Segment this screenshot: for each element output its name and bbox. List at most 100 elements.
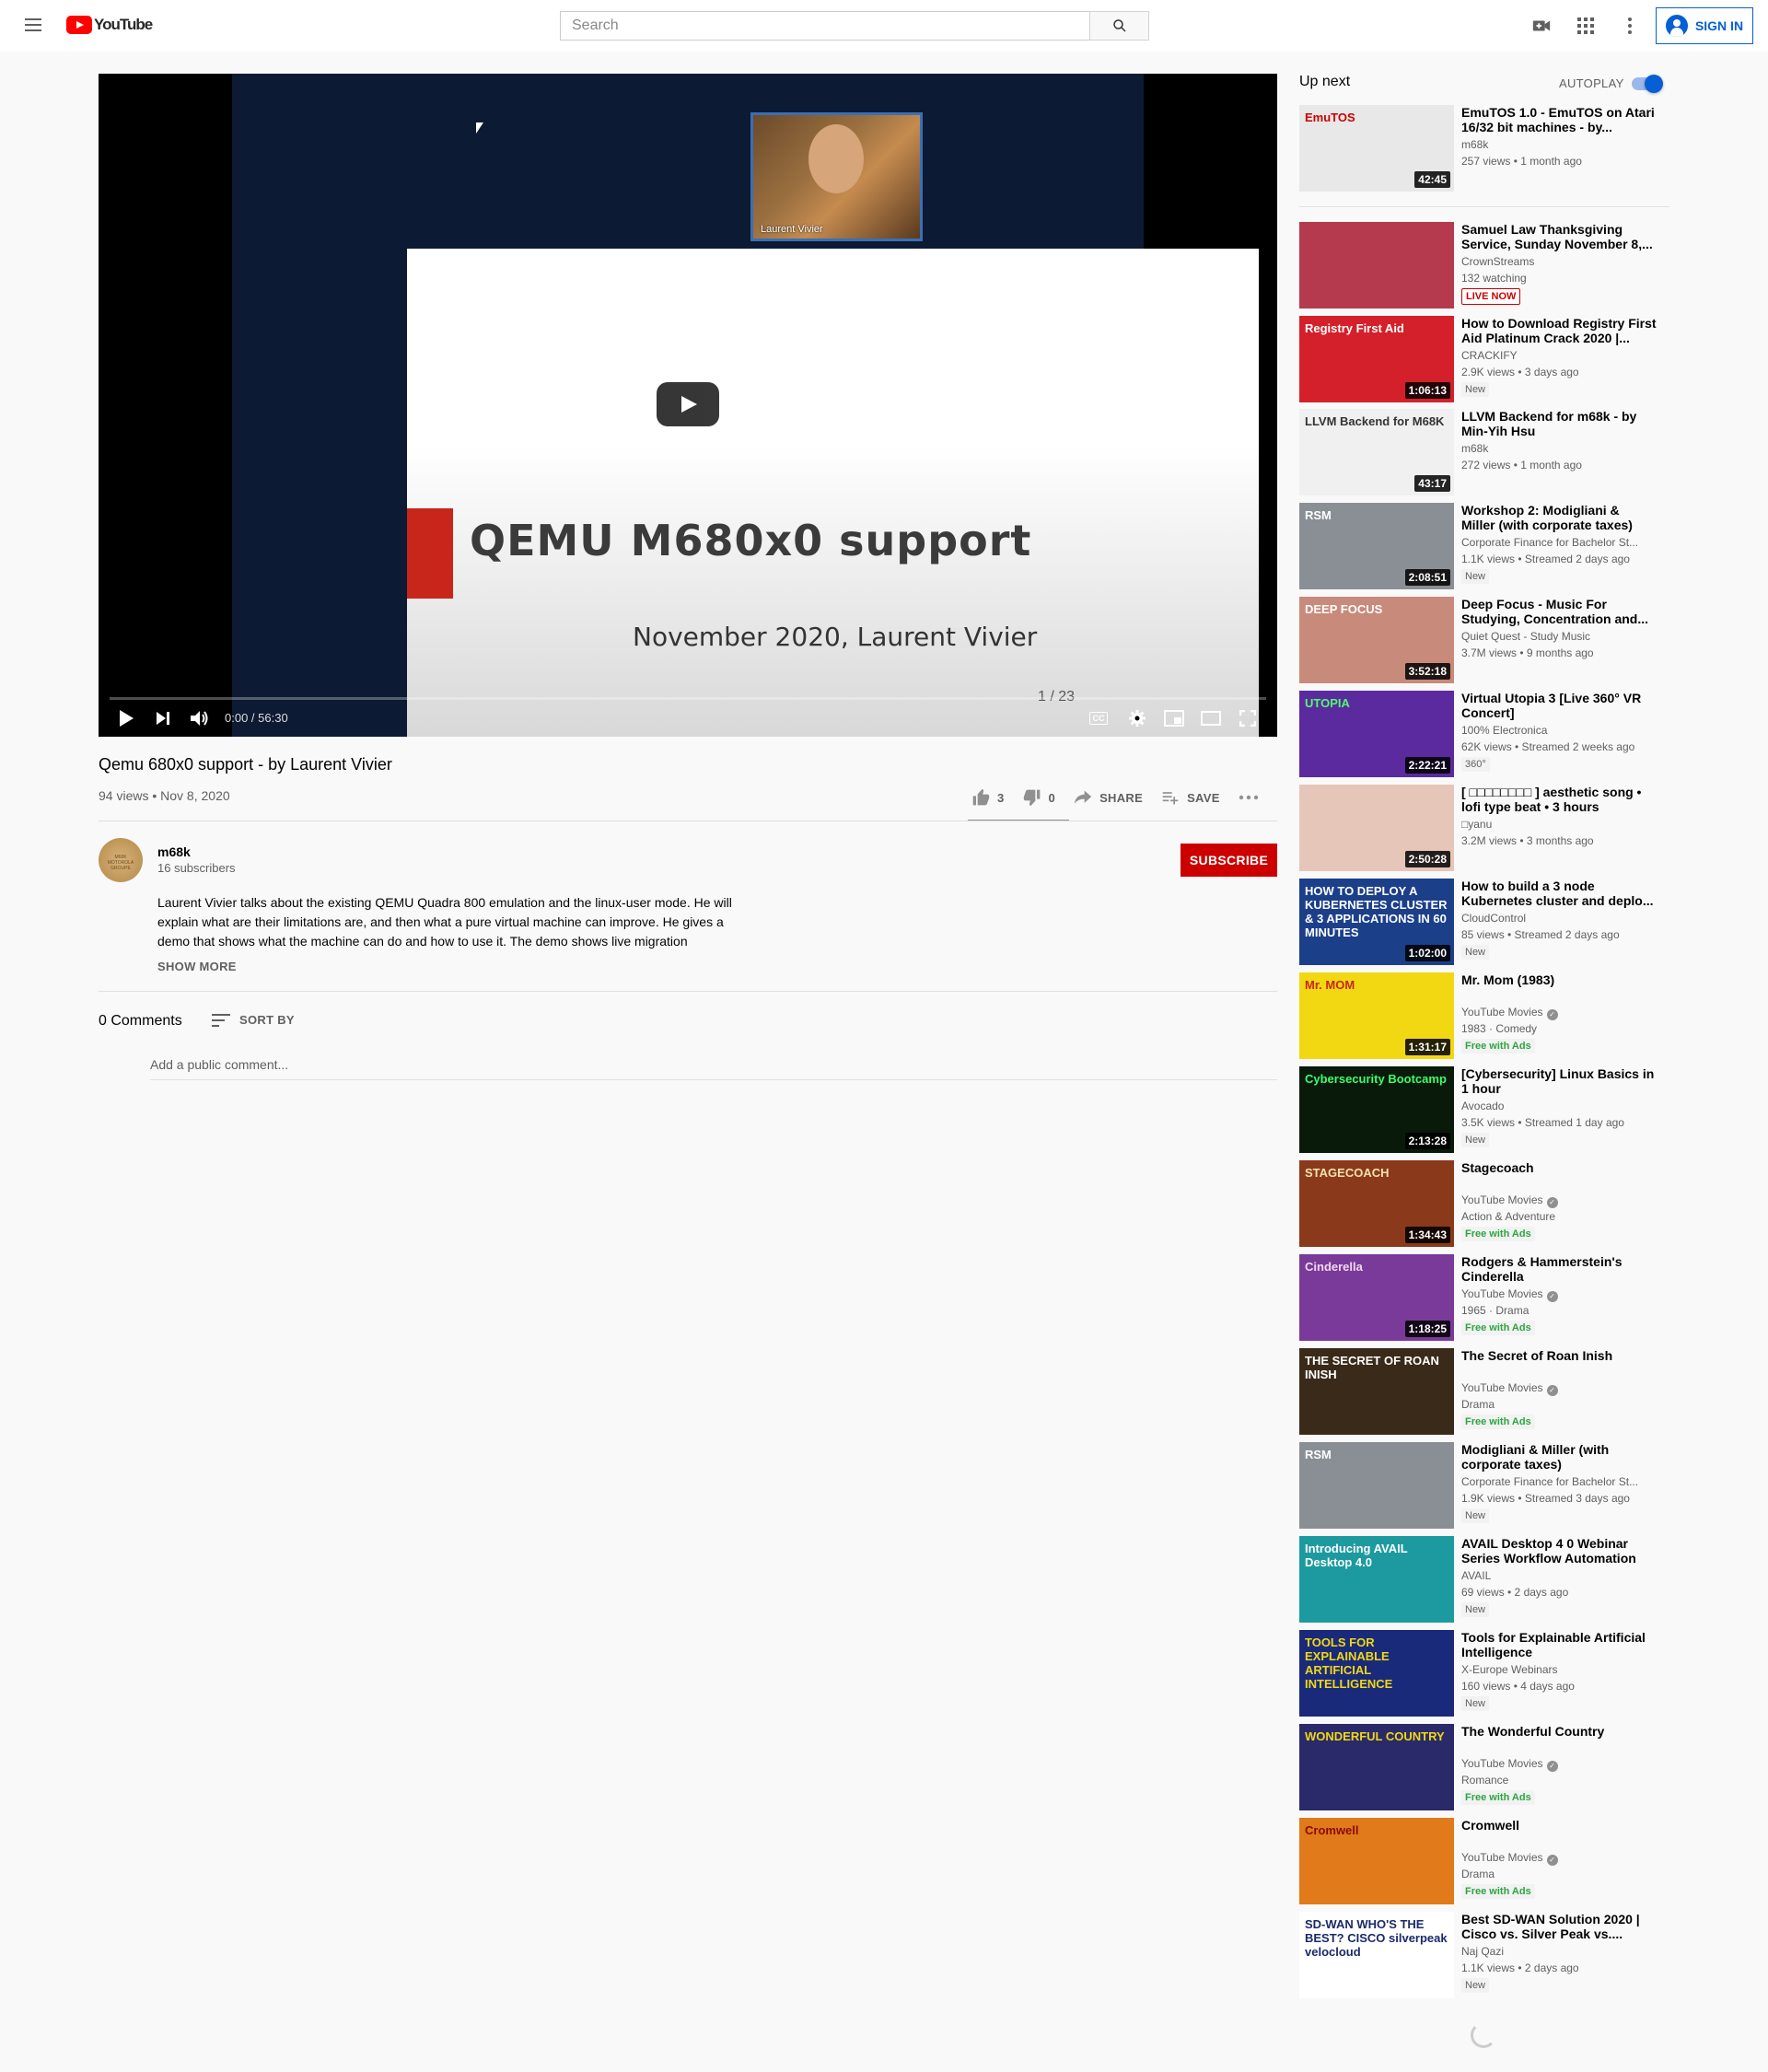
sign-in-button[interactable]: SIGN IN [1656, 7, 1753, 44]
channel-label: YouTube Movies [1461, 1381, 1543, 1394]
search-input[interactable] [560, 11, 1090, 41]
recommendation-item[interactable]: EmuTOS 42:45 EmuTOS 1.0 - EmuTOS on Atari … [1299, 105, 1669, 192]
recommendation-title[interactable]: Virtual Utopia 3 [Live 360° VR Concert] [1461, 691, 1657, 720]
recommendation-item[interactable]: Mr. MOM 1:31:17 Mr. Mom (1983) YouTube Movi… [1299, 972, 1669, 1059]
recommendation-item[interactable]: Cinderella 1:18:25 Rodgers & Hammerstein's… [1299, 1254, 1669, 1341]
save-label: SAVE [1187, 790, 1220, 805]
video-thumbnail[interactable]: Cromwell [1299, 1818, 1454, 1904]
video-thumbnail[interactable]: UTOPIA 2:22:21 [1299, 691, 1454, 777]
recommendation-title[interactable]: Samuel Law Thanksgiving Service, Sunday … [1461, 222, 1657, 251]
recommendation-title[interactable]: Mr. Mom (1983) [1461, 972, 1657, 987]
next-icon[interactable] [152, 707, 174, 729]
menu-icon[interactable] [22, 15, 44, 37]
recommendation-title[interactable]: Stagecoach [1461, 1160, 1657, 1175]
video-thumbnail[interactable]: Registry First Aid 1:06:13 [1299, 316, 1454, 402]
more-actions-button[interactable] [1239, 795, 1259, 800]
video-thumbnail[interactable]: WONDERFUL COUNTRY [1299, 1724, 1454, 1810]
video-thumbnail[interactable]: STAGECOACH 1:34:43 [1299, 1160, 1454, 1247]
video-thumbnail[interactable]: EmuTOS 42:45 [1299, 105, 1454, 192]
subscribe-button[interactable]: SUBSCRIBE [1181, 844, 1277, 877]
recommendation-badge: New [1461, 382, 1490, 397]
thumbnail-text: Registry First Aid [1305, 321, 1404, 335]
channel-label: YouTube Movies [1461, 1851, 1543, 1864]
search-button[interactable] [1089, 11, 1149, 41]
video-thumbnail[interactable]: Mr. MOM 1:31:17 [1299, 972, 1454, 1059]
recommendation-title[interactable]: Tools for Explainable Artificial Intelli… [1461, 1630, 1657, 1659]
recommendation-title[interactable]: EmuTOS 1.0 - EmuTOS on Atari 16/32 bit m… [1461, 105, 1657, 134]
video-thumbnail[interactable]: HOW TO DEPLOY A KUBERNETES CLUSTER & 3 A… [1299, 879, 1454, 965]
recommendation-title[interactable]: Workshop 2: Modigliani & Miller (with co… [1461, 503, 1657, 532]
settings-gear-icon[interactable] [1126, 707, 1148, 729]
recommendation-item[interactable]: STAGECOACH 1:34:43 Stagecoach YouTube Movie… [1299, 1160, 1669, 1247]
video-player[interactable]: Laurent Vivier QEMU M680x0 support Novem… [99, 74, 1277, 737]
thumbnail-text: Mr. MOM [1305, 978, 1355, 992]
recommendation-title[interactable]: Cromwell [1461, 1818, 1657, 1833]
recommendation-item[interactable]: WONDERFUL COUNTRY The Wonderful Country Yo… [1299, 1724, 1669, 1810]
dislike-button[interactable]: 0 [1023, 788, 1056, 807]
duration-badge: 1:34:43 [1404, 1227, 1450, 1243]
recommendation-item[interactable]: HOW TO DEPLOY A KUBERNETES CLUSTER & 3 A… [1299, 879, 1669, 965]
recommendation-title[interactable]: AVAIL Desktop 4 0 Webinar Series Workflo… [1461, 1536, 1657, 1566]
video-thumbnail[interactable]: TOOLS FOR EXPLAINABLE ARTIFICIAL INTELLI… [1299, 1630, 1454, 1717]
recommendation-item[interactable]: UTOPIA 2:22:21 Virtual Utopia 3 [Live 360°… [1299, 691, 1669, 777]
recommendation-title[interactable]: Best SD-WAN Solution 2020 | Cisco vs. Si… [1461, 1912, 1657, 1941]
large-play-button[interactable] [657, 382, 719, 426]
video-thumbnail[interactable]: Cinderella 1:18:25 [1299, 1254, 1454, 1341]
save-button[interactable]: SAVE [1161, 788, 1220, 807]
recommendation-title[interactable]: LLVM Backend for m68k - by Min-Yih Hsu [1461, 409, 1657, 438]
video-thumbnail[interactable]: THE SECRET OF ROAN INISH [1299, 1348, 1454, 1435]
recommendation-title[interactable]: Modigliani & Miller (with corporate taxe… [1461, 1442, 1657, 1472]
recommendation-title[interactable]: How to build a 3 node Kubernetes cluster… [1461, 879, 1657, 908]
video-thumbnail[interactable]: RSM [1299, 1442, 1454, 1529]
video-thumbnail[interactable]: LLVM Backend for M68K 43:17 [1299, 409, 1454, 495]
recommendation-title[interactable]: [Cybersecurity] Linux Basics in 1 hour [1461, 1066, 1657, 1096]
recommendation-title[interactable]: The Secret of Roan Inish [1461, 1348, 1657, 1363]
video-thumbnail[interactable]: SD-WAN WHO'S THE BEST? CISCO silverpeak … [1299, 1912, 1454, 1998]
video-thumbnail[interactable]: Introducing AVAIL Desktop 4.0 [1299, 1536, 1454, 1623]
video-thumbnail[interactable]: RSM 2:08:51 [1299, 503, 1454, 589]
channel-avatar[interactable]: M68K MOTOROLA GROUPE [99, 838, 143, 882]
like-button[interactable]: 3 [971, 788, 1005, 807]
autoplay-toggle[interactable] [1632, 75, 1663, 93]
recommendation-item[interactable]: Samuel Law Thanksgiving Service, Sunday … [1299, 222, 1669, 308]
play-icon[interactable] [115, 707, 137, 729]
slide-title: QEMU M680x0 support [470, 516, 1032, 565]
youtube-logo[interactable]: YouTube [66, 16, 153, 34]
video-thumbnail[interactable]: DEEP FOCUS 3:52:18 [1299, 597, 1454, 683]
sort-button[interactable]: SORT BY [212, 1013, 295, 1027]
recommendation-item[interactable]: Registry First Aid 1:06:13 How to Download… [1299, 316, 1669, 402]
captions-icon[interactable]: CC [1089, 712, 1108, 725]
show-more-button[interactable]: SHOW MORE [157, 960, 237, 973]
recommendation-title[interactable]: How to Download Registry First Aid Plati… [1461, 316, 1657, 345]
recommendation-title[interactable]: Rodgers & Hammerstein's Cinderella [1461, 1254, 1657, 1284]
fullscreen-icon[interactable] [1237, 707, 1259, 729]
recommendation-item[interactable]: TOOLS FOR EXPLAINABLE ARTIFICIAL INTELLI… [1299, 1630, 1669, 1717]
recommendation-title[interactable]: [ □□□□□□□□ ] aesthetic song • lofi type … [1461, 785, 1657, 814]
video-thumbnail[interactable]: 2:50:28 [1299, 785, 1454, 871]
recommendation-item[interactable]: 2:50:28 [ □□□□□□□□ ] aesthetic song • lof… [1299, 785, 1669, 871]
recommendation-item[interactable]: Cybersecurity Bootcamp 2:13:28 [Cybersecur… [1299, 1066, 1669, 1153]
recommendation-title[interactable]: The Wonderful Country [1461, 1724, 1657, 1739]
recommendation-item[interactable]: LLVM Backend for M68K 43:17 LLVM Backend f… [1299, 409, 1669, 495]
more-vert-icon[interactable] [1619, 15, 1641, 37]
share-button[interactable]: SHARE [1074, 788, 1143, 807]
theater-mode-icon[interactable] [1200, 707, 1222, 729]
recommendation-title[interactable]: Deep Focus - Music For Studying, Concent… [1461, 597, 1657, 626]
create-video-icon[interactable] [1530, 15, 1553, 37]
recommendation-item[interactable]: Cromwell Cromwell YouTube Movies ✓ Drama Free… [1299, 1818, 1669, 1904]
recommendation-item[interactable]: RSM 2:08:51 Workshop 2: Modigliani & Mille… [1299, 503, 1669, 589]
volume-icon[interactable] [189, 707, 211, 729]
recommendation-item[interactable]: DEEP FOCUS 3:52:18 Deep Focus - Music For … [1299, 597, 1669, 683]
recommendation-item[interactable]: THE SECRET OF ROAN INISH The Secret of Ro… [1299, 1348, 1669, 1435]
miniplayer-icon[interactable] [1163, 707, 1185, 729]
video-thumbnail[interactable]: Cybersecurity Bootcamp 2:13:28 [1299, 1066, 1454, 1153]
channel-label: m68k [1461, 138, 1489, 151]
apps-grid-icon[interactable] [1575, 15, 1597, 37]
recommendation-meta: 1965 · Drama [1461, 1304, 1530, 1317]
channel-name[interactable]: m68k [157, 844, 191, 859]
video-thumbnail[interactable] [1299, 222, 1454, 308]
recommendation-item[interactable]: SD-WAN WHO'S THE BEST? CISCO silverpeak … [1299, 1912, 1669, 1998]
add-comment-input[interactable]: Add a public comment... [150, 1057, 1277, 1080]
recommendation-item[interactable]: RSM Modigliani & Miller (with corporate t… [1299, 1442, 1669, 1529]
recommendation-item[interactable]: Introducing AVAIL Desktop 4.0 AVAIL Deskt… [1299, 1536, 1669, 1623]
